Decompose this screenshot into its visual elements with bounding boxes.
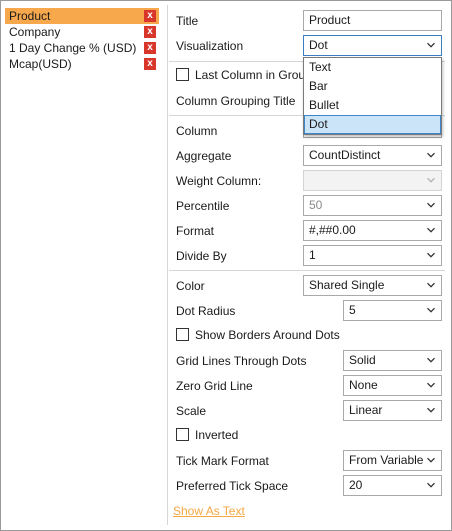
inverted-checkbox[interactable] — [176, 428, 189, 441]
field-item-label: Product — [9, 9, 51, 23]
weight-column-select — [303, 170, 442, 191]
dot-radius-value: 5 — [349, 303, 356, 317]
field-item-company[interactable]: Company x — [5, 24, 159, 40]
format-label: Format — [176, 224, 215, 238]
grid-lines-label: Grid Lines Through Dots — [176, 354, 307, 368]
chevron-down-icon — [426, 200, 436, 210]
scale-label: Scale — [176, 404, 207, 418]
column-grouping-title-label: Column Grouping Title — [176, 94, 296, 108]
color-select[interactable]: Shared Single — [303, 275, 442, 296]
chevron-down-icon — [426, 355, 436, 365]
dropdown-option-bullet[interactable]: Bullet — [304, 96, 441, 115]
inverted-label: Inverted — [195, 428, 239, 442]
section-divider — [169, 270, 445, 271]
scale-select[interactable]: Linear — [343, 400, 442, 421]
percentile-label: Percentile — [176, 199, 230, 213]
visualization-select[interactable]: Dot — [303, 35, 442, 56]
field-item-mcap[interactable]: Mcap(USD) x — [5, 56, 159, 72]
aggregate-select[interactable]: CountDistinct — [303, 145, 442, 166]
color-label: Color — [176, 279, 205, 293]
chevron-down-icon — [426, 225, 436, 235]
visualization-dropdown-list: Text Bar Bullet Dot — [303, 57, 442, 135]
dropdown-option-dot[interactable]: Dot — [304, 115, 441, 134]
chevron-down-icon — [426, 40, 436, 50]
tick-space-value: 20 — [349, 478, 363, 492]
dot-radius-label: Dot Radius — [176, 304, 236, 318]
percentile-value: 50 — [309, 198, 323, 212]
tick-space-select[interactable]: 20 — [343, 475, 442, 496]
weight-column-label: Weight Column: — [176, 174, 262, 188]
field-item-product[interactable]: Product x — [5, 8, 159, 24]
chevron-down-icon — [426, 250, 436, 260]
visualization-label: Visualization — [176, 39, 244, 53]
color-value: Shared Single — [309, 278, 385, 292]
chevron-down-icon — [426, 150, 436, 160]
divide-by-value: 1 — [309, 248, 316, 262]
grid-lines-value: Solid — [349, 353, 376, 367]
aggregate-label: Aggregate — [176, 149, 232, 163]
tick-format-select[interactable]: From Variable — [343, 450, 442, 471]
chevron-down-icon — [426, 405, 436, 415]
show-borders-label: Show Borders Around Dots — [195, 328, 340, 342]
tick-space-label: Preferred Tick Space — [176, 479, 289, 493]
field-item-label: Mcap(USD) — [9, 57, 72, 71]
percentile-select[interactable]: 50 — [303, 195, 442, 216]
chevron-down-icon — [426, 305, 436, 315]
format-value: #,##0.00 — [309, 223, 356, 237]
show-borders-checkbox-row[interactable]: Show Borders Around Dots — [176, 327, 340, 343]
format-select[interactable]: #,##0.00 — [303, 220, 442, 241]
visualization-value: Dot — [309, 38, 328, 52]
chevron-down-icon — [426, 380, 436, 390]
remove-field-button[interactable]: x — [144, 26, 156, 38]
show-as-text-link[interactable]: Show As Text — [173, 504, 245, 518]
last-column-checkbox[interactable] — [176, 68, 189, 81]
scale-value: Linear — [349, 403, 383, 417]
remove-field-button[interactable]: x — [144, 10, 156, 22]
dropdown-option-text[interactable]: Text — [304, 58, 441, 77]
tick-format-label: Tick Mark Format — [176, 454, 269, 468]
divide-by-select[interactable]: 1 — [303, 245, 442, 266]
show-borders-checkbox[interactable] — [176, 328, 189, 341]
chevron-down-icon — [426, 175, 436, 185]
last-column-label: Last Column in Grou — [195, 68, 306, 82]
dropdown-option-bar[interactable]: Bar — [304, 77, 441, 96]
field-list: Product x Company x 1 Day Change % (USD)… — [5, 8, 159, 72]
zero-grid-value: None — [349, 378, 378, 392]
field-item-1-day-change[interactable]: 1 Day Change % (USD) x — [5, 40, 159, 56]
tick-format-value: From Variable — [349, 453, 424, 467]
inverted-checkbox-row[interactable]: Inverted — [176, 427, 238, 443]
grid-lines-select[interactable]: Solid — [343, 350, 442, 371]
aggregate-value: CountDistinct — [309, 148, 381, 162]
title-input[interactable]: Product — [303, 10, 442, 31]
field-item-label: Company — [9, 25, 61, 39]
vertical-divider — [167, 5, 168, 525]
title-label: Title — [176, 14, 199, 28]
divide-by-label: Divide By — [176, 249, 227, 263]
zero-grid-select[interactable]: None — [343, 375, 442, 396]
chevron-down-icon — [426, 455, 436, 465]
remove-field-button[interactable]: x — [144, 58, 156, 70]
last-column-checkbox-row[interactable]: Last Column in Grou — [176, 67, 305, 83]
chevron-down-icon — [426, 480, 436, 490]
zero-grid-label: Zero Grid Line — [176, 379, 253, 393]
visualization-settings-panel: Product x Company x 1 Day Change % (USD)… — [0, 0, 452, 531]
column-label: Column — [176, 124, 218, 138]
dot-radius-select[interactable]: 5 — [343, 300, 442, 321]
remove-field-button[interactable]: x — [144, 42, 156, 54]
field-item-label: 1 Day Change % (USD) — [9, 41, 137, 55]
chevron-down-icon — [426, 280, 436, 290]
